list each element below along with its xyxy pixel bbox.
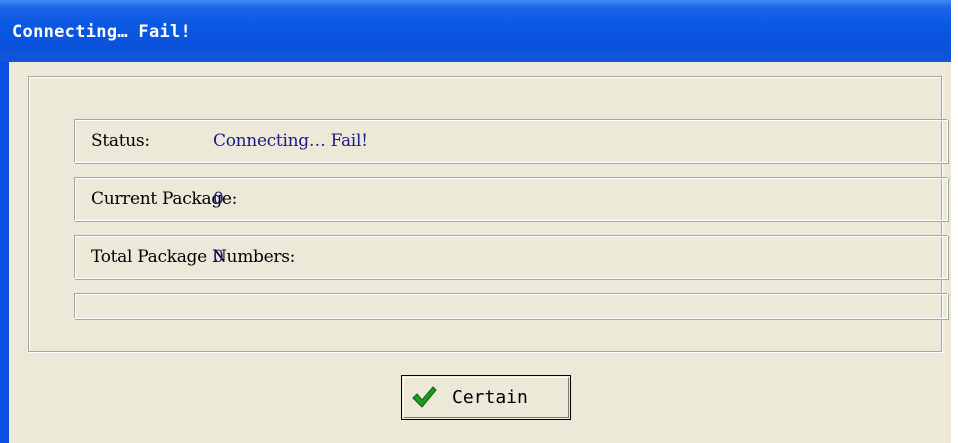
total-package-numbers-label: Total Package Numbers: xyxy=(91,247,296,267)
current-package-field: Current Package: 0 xyxy=(74,177,948,221)
dialog-window: Connecting… Fail! Status: Connecting… Fa… xyxy=(0,0,951,443)
status-value: Connecting… Fail! xyxy=(213,131,368,151)
total-package-numbers-field: Total Package Numbers: 0 xyxy=(74,235,948,279)
status-label: Status: xyxy=(91,131,150,151)
progress-bar xyxy=(74,293,948,319)
dialog-body: Status: Connecting… Fail! Current Packag… xyxy=(9,62,951,443)
status-field: Status: Connecting… Fail! xyxy=(74,119,948,163)
certain-button[interactable]: Certain xyxy=(401,375,571,420)
status-group-box: Status: Connecting… Fail! Current Packag… xyxy=(28,76,948,352)
checkmark-icon xyxy=(412,386,437,408)
certain-button-label: Certain xyxy=(452,387,528,408)
current-package-value: 0 xyxy=(213,189,224,209)
total-package-numbers-value: 0 xyxy=(213,247,224,267)
title-bar[interactable]: Connecting… Fail! xyxy=(0,0,951,62)
window-title: Connecting… Fail! xyxy=(12,22,192,42)
